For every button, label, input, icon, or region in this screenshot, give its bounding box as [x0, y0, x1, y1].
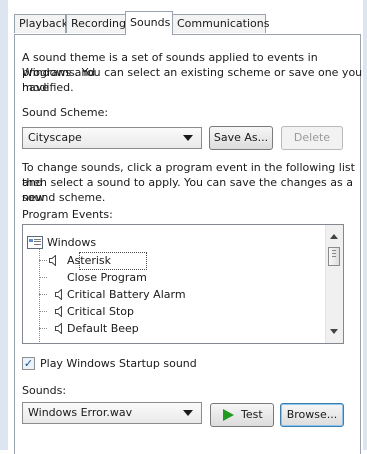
tree-branch [39, 294, 47, 295]
tree-item-label: Critical Battery Alarm [67, 288, 186, 301]
tree-item-label: Close Program [67, 271, 147, 284]
tab-communications[interactable]: Communications [172, 14, 269, 33]
sounds-label: Sounds: [22, 384, 67, 397]
tree-item-label: Default Beep [67, 322, 139, 335]
save-as-button[interactable]: Save As... [209, 126, 273, 150]
scroll-thumb[interactable] [328, 247, 340, 266]
speaker-icon [55, 306, 62, 317]
tree-item-label: Asterisk [67, 254, 112, 267]
tree-branch [39, 328, 47, 329]
tab-playback[interactable]: Playback [14, 14, 68, 33]
startup-sound-label: Play Windows Startup sound [40, 357, 197, 370]
speaker-icon [49, 255, 56, 266]
sounds-value: Windows Error.wav [28, 406, 133, 419]
description-line-3: modified. [22, 81, 74, 94]
tree-group-label: Windows [47, 236, 97, 249]
scroll-up-icon[interactable] [330, 234, 338, 239]
tree-branch [39, 311, 47, 312]
scroll-down-icon[interactable] [330, 329, 338, 334]
sound-scheme-value: Cityscape [28, 131, 82, 144]
window-frame-left [0, 0, 8, 450]
test-button[interactable]: Test [210, 403, 274, 427]
program-events-list[interactable]: Windows Asterisk Close Program Critical … [22, 224, 344, 344]
speaker-icon [55, 289, 62, 300]
events-scrollbar[interactable] [325, 225, 343, 343]
dropdown-arrow-icon [183, 410, 193, 416]
tree-branch [39, 277, 47, 278]
test-label: Test [241, 408, 263, 421]
tree-branch [39, 260, 47, 261]
tab-sounds[interactable]: Sounds [125, 11, 173, 35]
speaker-icon [55, 323, 62, 334]
description-line-2: programs. You can select an existing sch… [22, 66, 363, 94]
startup-sound-checkbox[interactable]: ✓ [22, 357, 35, 370]
sounds-dropdown[interactable]: Windows Error.wav [22, 402, 202, 424]
browse-button[interactable]: Browse... [280, 403, 344, 427]
sound-scheme-label: Sound Scheme: [22, 106, 109, 119]
tree-item-label: Critical Stop [67, 305, 134, 318]
delete-button[interactable]: Delete [281, 126, 343, 150]
play-icon [223, 409, 234, 421]
dropdown-arrow-icon [183, 135, 193, 141]
windows-folder-icon [27, 236, 43, 249]
sound-scheme-dropdown[interactable]: Cityscape [22, 127, 202, 149]
program-events-label: Program Events: [22, 208, 113, 221]
instructions-line-3: sound scheme. [22, 191, 106, 204]
tab-recording[interactable]: Recording [66, 14, 126, 33]
